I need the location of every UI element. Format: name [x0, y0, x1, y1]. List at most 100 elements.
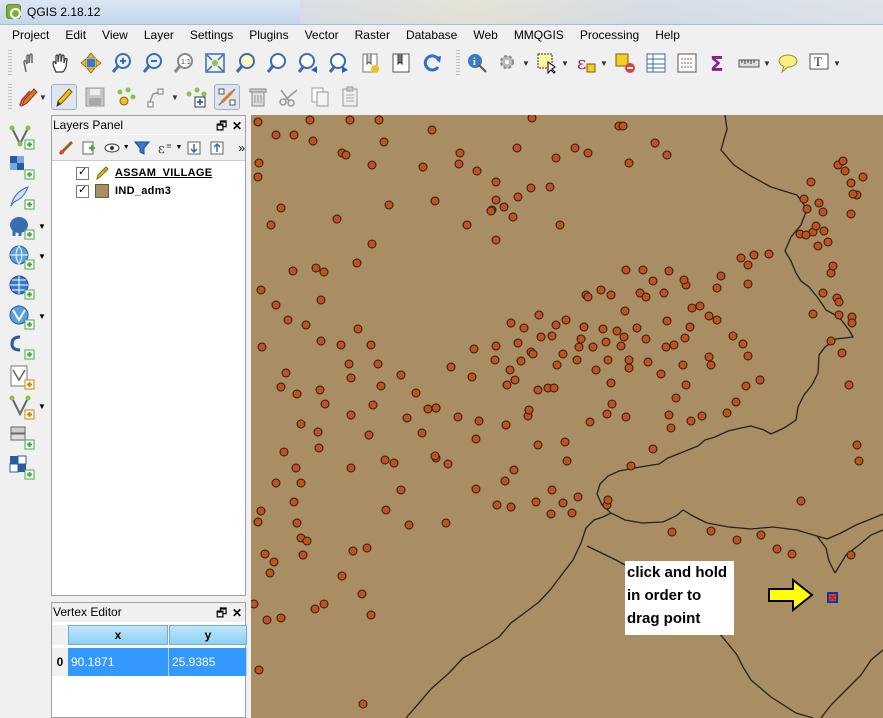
village-point[interactable]: [787, 549, 797, 559]
menu-vector[interactable]: Vector: [297, 25, 347, 45]
village-point[interactable]: [374, 115, 384, 125]
village-point[interactable]: [743, 351, 753, 361]
village-point[interactable]: [316, 336, 326, 346]
add-vector-layer-button[interactable]: [8, 124, 36, 150]
village-point[interactable]: [811, 221, 821, 231]
village-point[interactable]: [572, 355, 582, 365]
village-point[interactable]: [662, 150, 672, 160]
village-point[interactable]: [296, 478, 306, 488]
village-point[interactable]: [254, 665, 264, 675]
village-point[interactable]: [490, 355, 500, 365]
village-point[interactable]: [411, 388, 421, 398]
village-point[interactable]: [743, 260, 753, 270]
village-point[interactable]: [319, 267, 329, 277]
chevron-down-icon[interactable]: ▼: [176, 144, 183, 151]
village-point[interactable]: [552, 360, 562, 370]
village-point[interactable]: [253, 172, 263, 182]
village-point[interactable]: [502, 380, 512, 390]
chevron-down-icon[interactable]: ▼: [171, 93, 179, 102]
filter-by-expression-button[interactable]: ε ≡: [155, 138, 175, 158]
village-point[interactable]: [687, 303, 697, 313]
village-point[interactable]: [291, 463, 301, 473]
menu-database[interactable]: Database: [398, 25, 465, 45]
village-point[interactable]: [678, 360, 688, 370]
map-canvas[interactable]: [251, 115, 883, 718]
village-point[interactable]: [305, 115, 315, 125]
current-edits-button[interactable]: [16, 84, 42, 110]
more-chevron-icon[interactable]: »: [238, 141, 245, 155]
vertex-tool-button[interactable]: [214, 84, 240, 110]
chevron-down-icon[interactable]: ▼: [522, 59, 530, 68]
village-point[interactable]: [602, 409, 612, 419]
menu-web[interactable]: Web: [465, 25, 505, 45]
village-point[interactable]: [549, 383, 559, 393]
village-point[interactable]: [314, 443, 324, 453]
village-point[interactable]: [524, 405, 534, 415]
village-point[interactable]: [404, 520, 414, 530]
pan-to-selection-button[interactable]: [78, 50, 104, 76]
menu-help[interactable]: Help: [647, 25, 688, 45]
village-point[interactable]: [269, 557, 279, 567]
village-point[interactable]: [802, 204, 812, 214]
village-point[interactable]: [316, 295, 326, 305]
village-point[interactable]: [612, 326, 622, 336]
village-point[interactable]: [562, 456, 572, 466]
village-point[interactable]: [417, 428, 427, 438]
village-point[interactable]: [547, 485, 557, 495]
village-point[interactable]: [574, 342, 584, 352]
village-point[interactable]: [418, 162, 428, 172]
add-wms-layer-button[interactable]: [8, 244, 36, 270]
village-point[interactable]: [606, 290, 616, 300]
village-point[interactable]: [296, 419, 306, 429]
village-point[interactable]: [813, 241, 823, 251]
new-spatialite-layer-button[interactable]: [8, 394, 36, 420]
village-point[interactable]: [756, 530, 766, 540]
village-point[interactable]: [310, 604, 320, 614]
village-point[interactable]: [686, 416, 696, 426]
village-point[interactable]: [601, 337, 611, 347]
village-point[interactable]: [671, 393, 681, 403]
copy-features-button[interactable]: [307, 84, 333, 110]
village-point[interactable]: [545, 182, 555, 192]
village-point[interactable]: [716, 271, 726, 281]
village-point[interactable]: [366, 340, 376, 350]
deselect-all-button[interactable]: [612, 50, 638, 76]
village-point[interactable]: [366, 610, 376, 620]
village-point[interactable]: [352, 258, 362, 268]
zoom-in-button[interactable]: [109, 50, 135, 76]
chevron-down-icon[interactable]: ▼: [123, 144, 130, 151]
village-point[interactable]: [376, 381, 386, 391]
village-point[interactable]: [319, 599, 329, 609]
chevron-down-icon[interactable]: ▼: [38, 252, 46, 261]
village-point[interactable]: [648, 276, 658, 286]
village-point[interactable]: [348, 546, 358, 556]
village-point[interactable]: [453, 412, 463, 422]
village-point[interactable]: [431, 403, 441, 413]
village-point[interactable]: [311, 263, 321, 273]
village-point[interactable]: [427, 125, 437, 135]
village-point[interactable]: [276, 203, 286, 213]
village-point[interactable]: [353, 324, 363, 334]
village-point[interactable]: [513, 338, 523, 348]
village-point[interactable]: [332, 214, 342, 224]
menu-raster[interactable]: Raster: [347, 25, 398, 45]
pan-map-button[interactable]: [47, 50, 73, 76]
menu-view[interactable]: View: [94, 25, 136, 45]
village-point[interactable]: [526, 183, 536, 193]
village-point[interactable]: [357, 589, 367, 599]
village-point[interactable]: [389, 458, 399, 468]
village-point[interactable]: [546, 509, 556, 519]
refresh-button[interactable]: [419, 50, 445, 76]
village-point[interactable]: [818, 288, 828, 298]
village-point[interactable]: [669, 340, 679, 350]
village-point[interactable]: [596, 285, 606, 295]
new-bookmark-button[interactable]: [357, 50, 383, 76]
village-point[interactable]: [704, 352, 714, 362]
village-point[interactable]: [510, 375, 520, 385]
add-wcs-layer-button[interactable]: [8, 274, 36, 300]
village-point[interactable]: [289, 497, 299, 507]
village-point[interactable]: [346, 373, 356, 383]
village-point[interactable]: [265, 568, 275, 578]
village-point[interactable]: [527, 115, 537, 123]
show-bookmarks-button[interactable]: [388, 50, 414, 76]
